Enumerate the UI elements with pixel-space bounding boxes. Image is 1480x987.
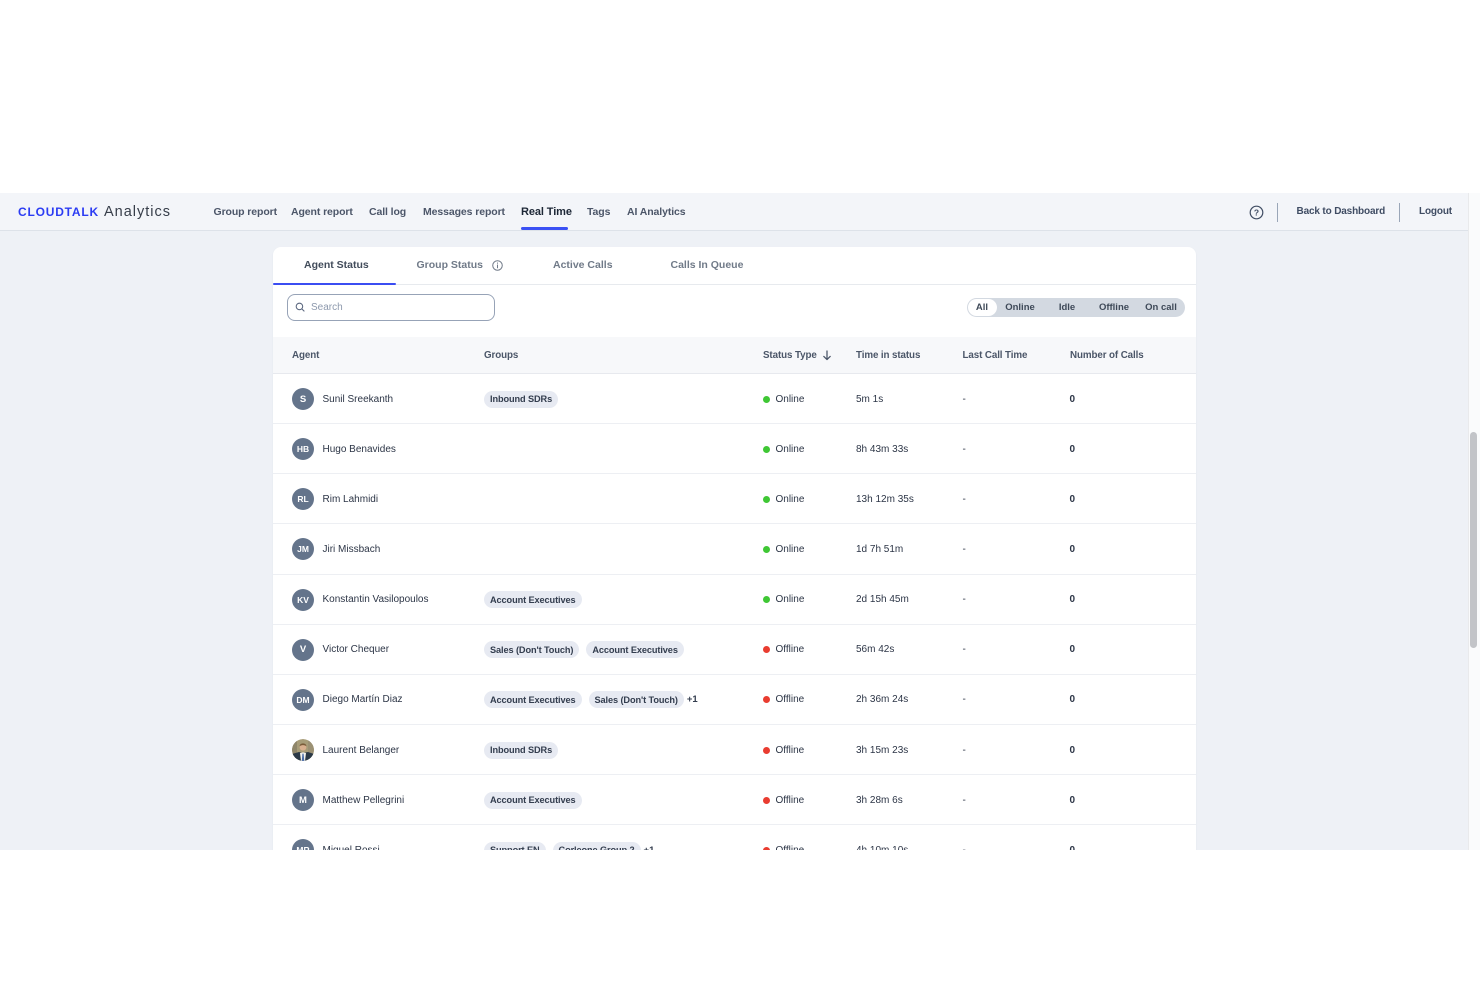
svg-text:?: ?	[1254, 208, 1259, 218]
